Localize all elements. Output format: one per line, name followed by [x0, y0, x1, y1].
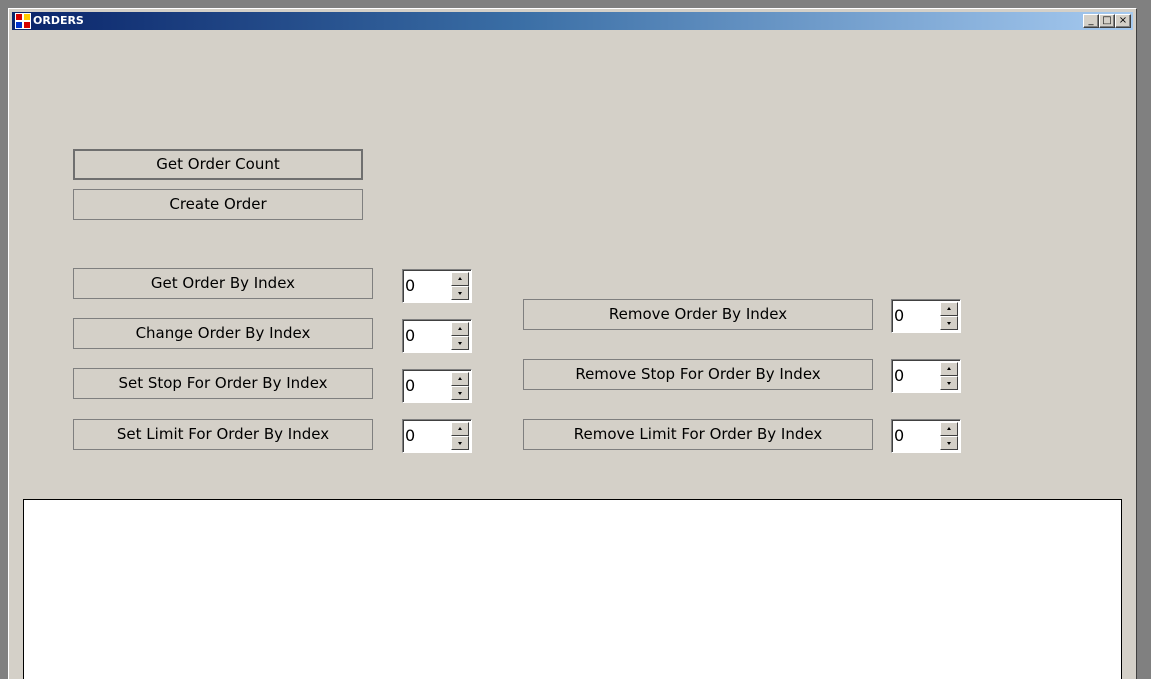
set-limit-index-spinner[interactable]: 0 [402, 419, 472, 453]
remove-stop-for-order-by-index-button[interactable]: Remove Stop For Order By Index [523, 359, 873, 390]
spin-down-icon[interactable] [940, 316, 958, 330]
remove-order-index-spinner[interactable]: 0 [891, 299, 961, 333]
spin-up-icon[interactable] [940, 302, 958, 316]
spin-down-icon[interactable] [451, 286, 469, 300]
spin-up-icon[interactable] [451, 372, 469, 386]
change-order-by-index-button[interactable]: Change Order By Index [73, 318, 373, 349]
spinner-value[interactable]: 0 [405, 426, 415, 446]
spinner-value[interactable]: 0 [405, 376, 415, 396]
spinner-value[interactable]: 0 [405, 276, 415, 296]
spinner-arrows [451, 322, 469, 350]
output-textbox[interactable] [23, 499, 1122, 679]
remove-limit-index-spinner[interactable]: 0 [891, 419, 961, 453]
spinner-value[interactable]: 0 [894, 306, 904, 326]
spinner-value[interactable]: 0 [405, 326, 415, 346]
spin-down-icon[interactable] [940, 436, 958, 450]
remove-order-by-index-button[interactable]: Remove Order By Index [523, 299, 873, 330]
spinner-arrows [940, 302, 958, 330]
spin-down-icon[interactable] [451, 386, 469, 400]
window-title: ORDERS [33, 14, 84, 27]
spin-up-icon[interactable] [940, 362, 958, 376]
spin-up-icon[interactable] [940, 422, 958, 436]
spinner-arrows [940, 422, 958, 450]
spin-down-icon[interactable] [940, 376, 958, 390]
remove-stop-index-spinner[interactable]: 0 [891, 359, 961, 393]
app-icon [15, 13, 31, 29]
maximize-button[interactable]: □ [1099, 14, 1115, 28]
orders-window: ORDERS _ □ × Get Order Count Create Orde… [8, 8, 1137, 679]
spin-up-icon[interactable] [451, 322, 469, 336]
spinner-value[interactable]: 0 [894, 426, 904, 446]
create-order-button[interactable]: Create Order [73, 189, 363, 220]
spin-down-icon[interactable] [451, 336, 469, 350]
spinner-arrows [940, 362, 958, 390]
spinner-arrows [451, 372, 469, 400]
spin-up-icon[interactable] [451, 272, 469, 286]
spinner-value[interactable]: 0 [894, 366, 904, 386]
get-order-by-index-button[interactable]: Get Order By Index [73, 268, 373, 299]
minimize-button[interactable]: _ [1083, 14, 1099, 28]
close-button[interactable]: × [1115, 14, 1131, 28]
title-bar[interactable]: ORDERS _ □ × [12, 12, 1133, 30]
spin-down-icon[interactable] [451, 436, 469, 450]
set-stop-for-order-by-index-button[interactable]: Set Stop For Order By Index [73, 368, 373, 399]
spinner-arrows [451, 272, 469, 300]
get-order-count-button[interactable]: Get Order Count [73, 149, 363, 180]
spinner-arrows [451, 422, 469, 450]
get-order-index-spinner[interactable]: 0 [402, 269, 472, 303]
set-stop-index-spinner[interactable]: 0 [402, 369, 472, 403]
spin-up-icon[interactable] [451, 422, 469, 436]
change-order-index-spinner[interactable]: 0 [402, 319, 472, 353]
set-limit-for-order-by-index-button[interactable]: Set Limit For Order By Index [73, 419, 373, 450]
remove-limit-for-order-by-index-button[interactable]: Remove Limit For Order By Index [523, 419, 873, 450]
